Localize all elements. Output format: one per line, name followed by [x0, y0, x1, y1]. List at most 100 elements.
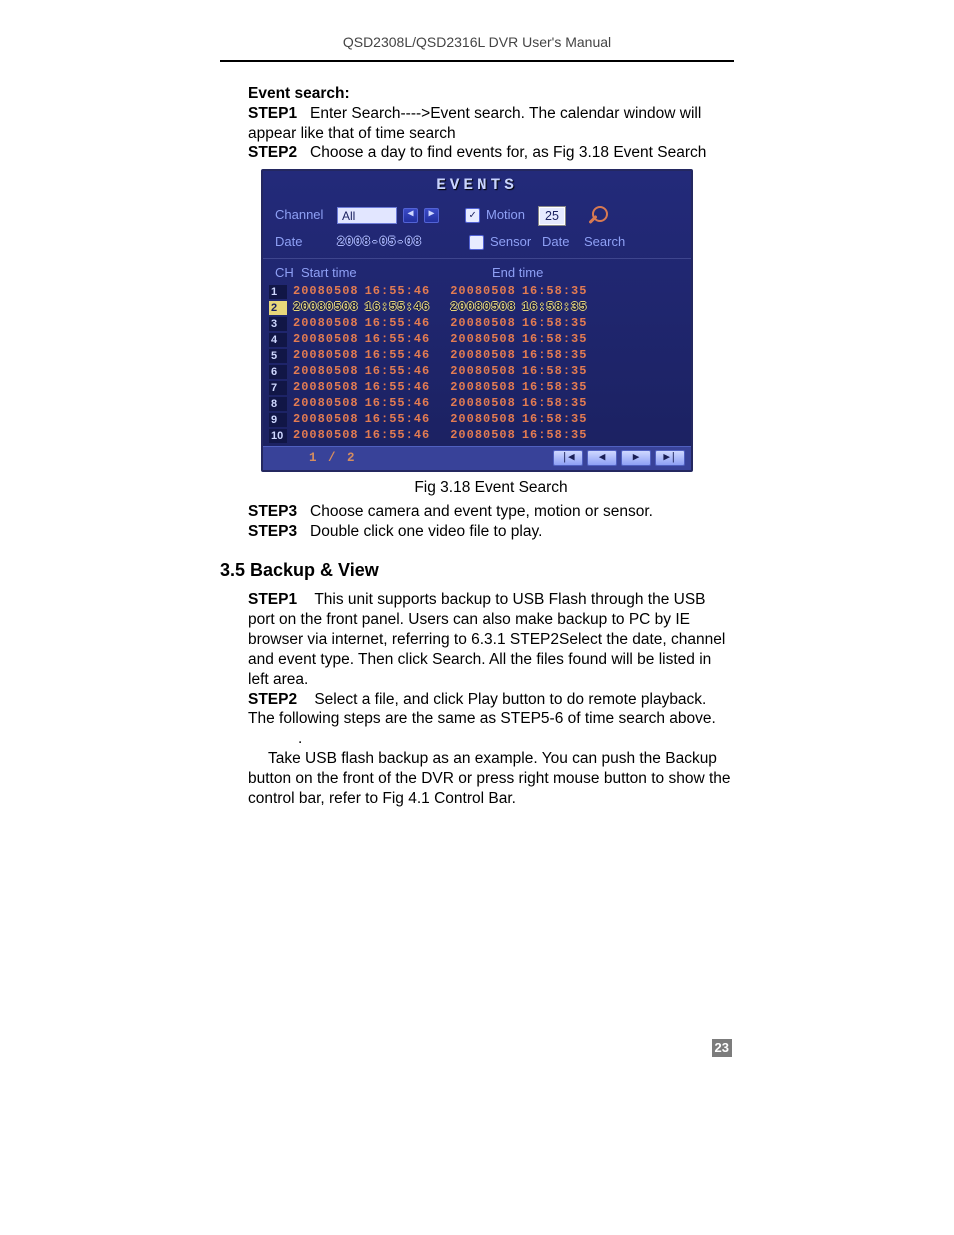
step3a-label: STEP3: [248, 503, 297, 520]
row-start-time: 16:55:46: [365, 428, 431, 443]
table-row[interactable]: 62008050816:55:462008050816:58:35: [265, 364, 689, 380]
backup-step1-label: STEP1: [248, 591, 297, 608]
row-end-date: 20080508: [450, 380, 516, 395]
prev-page-button[interactable]: ◀: [587, 450, 617, 466]
table-row[interactable]: 52008050816:55:462008050816:58:35: [265, 348, 689, 364]
row-end-time: 16:58:35: [522, 380, 588, 395]
row-start-date: 20080508: [293, 380, 359, 395]
calendar-day-box[interactable]: 25: [538, 206, 566, 226]
events-window: EVENTS Channel All ◀ ▶ ✓ Motion 25 Date …: [261, 169, 693, 472]
step-1: STEP1 Enter Search---->Event search. The…: [248, 104, 734, 144]
channel-prev-button[interactable]: ◀: [403, 208, 418, 223]
row-start-time: 16:55:46: [365, 300, 431, 315]
row-end-time: 16:58:35: [522, 284, 588, 299]
row-end-date: 20080508: [450, 284, 516, 299]
table-row[interactable]: 1 20080508 16:55:46 20080508 16:58:35: [265, 284, 689, 300]
row-start-date: 20080508: [293, 332, 359, 347]
table-row[interactable]: 102008050816:55:462008050816:58:35: [265, 428, 689, 444]
row-start-date: 20080508: [293, 300, 359, 315]
backup-heading: 3.5 Backup & View: [220, 559, 734, 582]
row-start-time: 16:55:46: [365, 348, 431, 363]
rows-container: 1 20080508 16:55:46 20080508 16:58:35 2 200805…: [263, 284, 691, 446]
sensor-label: Sensor: [490, 234, 536, 251]
step3a-text: Choose camera and event type, motion or …: [310, 503, 653, 520]
step3b-text: Double click one video file to play.: [310, 523, 542, 540]
table-row[interactable]: 42008050816:55:462008050816:58:35: [265, 332, 689, 348]
backup-step2: STEP2 Select a file, and click Play butt…: [248, 690, 734, 730]
first-page-button[interactable]: |◀: [553, 450, 583, 466]
row-end-time: 16:58:35: [522, 316, 588, 331]
col-ch: CH: [275, 265, 297, 282]
col-start: Start time: [301, 265, 488, 282]
row-end-time: 16:58:35: [522, 396, 588, 411]
channel-label: Channel: [275, 207, 331, 224]
figure-caption: Fig 3.18 Event Search: [248, 478, 734, 498]
row-end-date: 20080508: [450, 396, 516, 411]
row-start-time: 16:55:46: [365, 284, 431, 299]
row-end-date: 20080508: [450, 300, 516, 315]
step1-label: STEP1: [248, 105, 297, 122]
row-ch: 2: [269, 301, 287, 315]
channel-next-button[interactable]: ▶: [424, 208, 439, 223]
pager-row: 1 / 2 |◀ ◀ ▶ ▶|: [263, 446, 691, 470]
row-ch: 1: [269, 285, 287, 299]
event-search-heading: Event search:: [248, 84, 734, 104]
row-start-date: 20080508: [293, 316, 359, 331]
table-row[interactable]: 82008050816:55:462008050816:58:35: [265, 396, 689, 412]
row-ch: 4: [269, 333, 287, 347]
col-end: End time: [492, 265, 679, 282]
backup-step1: STEP1 This unit supports backup to USB F…: [248, 590, 734, 689]
row-end-time: 16:58:35: [522, 300, 588, 315]
backup-step2-label: STEP2: [248, 691, 297, 708]
row-ch: 7: [269, 381, 287, 395]
step-3a: STEP3 Choose camera and event type, moti…: [248, 502, 734, 522]
step1-text: Enter Search---->Event search. The calen…: [248, 105, 701, 142]
step2-text: Choose a day to find events for, as Fig …: [310, 144, 706, 161]
table-row[interactable]: 3 20080508 16:55:46 20080508 16:58:35: [265, 316, 689, 332]
backup-note: Take USB flash backup as an example. You…: [248, 749, 734, 808]
step-2: STEP2 Choose a day to find events for, a…: [248, 143, 734, 163]
row-ch: 8: [269, 397, 287, 411]
motion-checkbox[interactable]: ✓: [465, 208, 480, 223]
date-value[interactable]: 2008-05-08: [337, 234, 435, 250]
row-end-time: 16:58:35: [522, 428, 588, 443]
row-ch: 3: [269, 317, 287, 331]
row-ch: 9: [269, 413, 287, 427]
table-row[interactable]: 72008050816:55:462008050816:58:35: [265, 380, 689, 396]
last-page-button[interactable]: ▶|: [655, 450, 685, 466]
page-number: 23: [712, 1039, 732, 1058]
search-icon[interactable]: [588, 206, 612, 226]
search-label: Search: [584, 234, 640, 251]
motion-label: Motion: [486, 207, 532, 224]
row-end-time: 16:58:35: [522, 412, 588, 427]
events-title: EVENTS: [263, 171, 691, 203]
row-start-time: 16:55:46: [365, 316, 431, 331]
row-end-date: 20080508: [450, 332, 516, 347]
backup-dot: .: [248, 729, 734, 749]
row-end-time: 16:58:35: [522, 332, 588, 347]
page-rule: [220, 60, 734, 62]
backup-step1-text: This unit supports backup to USB Flash t…: [248, 591, 725, 687]
row-start-date: 20080508: [293, 284, 359, 299]
date-label: Date: [275, 234, 331, 251]
step3b-label: STEP3: [248, 523, 297, 540]
next-page-button[interactable]: ▶: [621, 450, 651, 466]
row-start-date: 20080508: [293, 364, 359, 379]
row-ch: 5: [269, 349, 287, 363]
row-end-time: 16:58:35: [522, 364, 588, 379]
step2-label: STEP2: [248, 144, 297, 161]
row-end-date: 20080508: [450, 316, 516, 331]
sensor-checkbox[interactable]: [469, 235, 484, 250]
page-number-container: 23: [0, 1039, 954, 1058]
row-start-date: 20080508: [293, 348, 359, 363]
table-row[interactable]: 92008050816:55:462008050816:58:35: [265, 412, 689, 428]
row-end-date: 20080508: [450, 428, 516, 443]
row-start-time: 16:55:46: [365, 412, 431, 427]
channel-select[interactable]: All: [337, 207, 397, 224]
table-row[interactable]: 2 20080508 16:55:46 20080508 16:58:35: [265, 300, 689, 316]
row-start-date: 20080508: [293, 412, 359, 427]
row-start-time: 16:55:46: [365, 364, 431, 379]
backup-step2-text: Select a file, and click Play button to …: [248, 691, 716, 728]
row-end-date: 20080508: [450, 348, 516, 363]
row-start-date: 20080508: [293, 396, 359, 411]
